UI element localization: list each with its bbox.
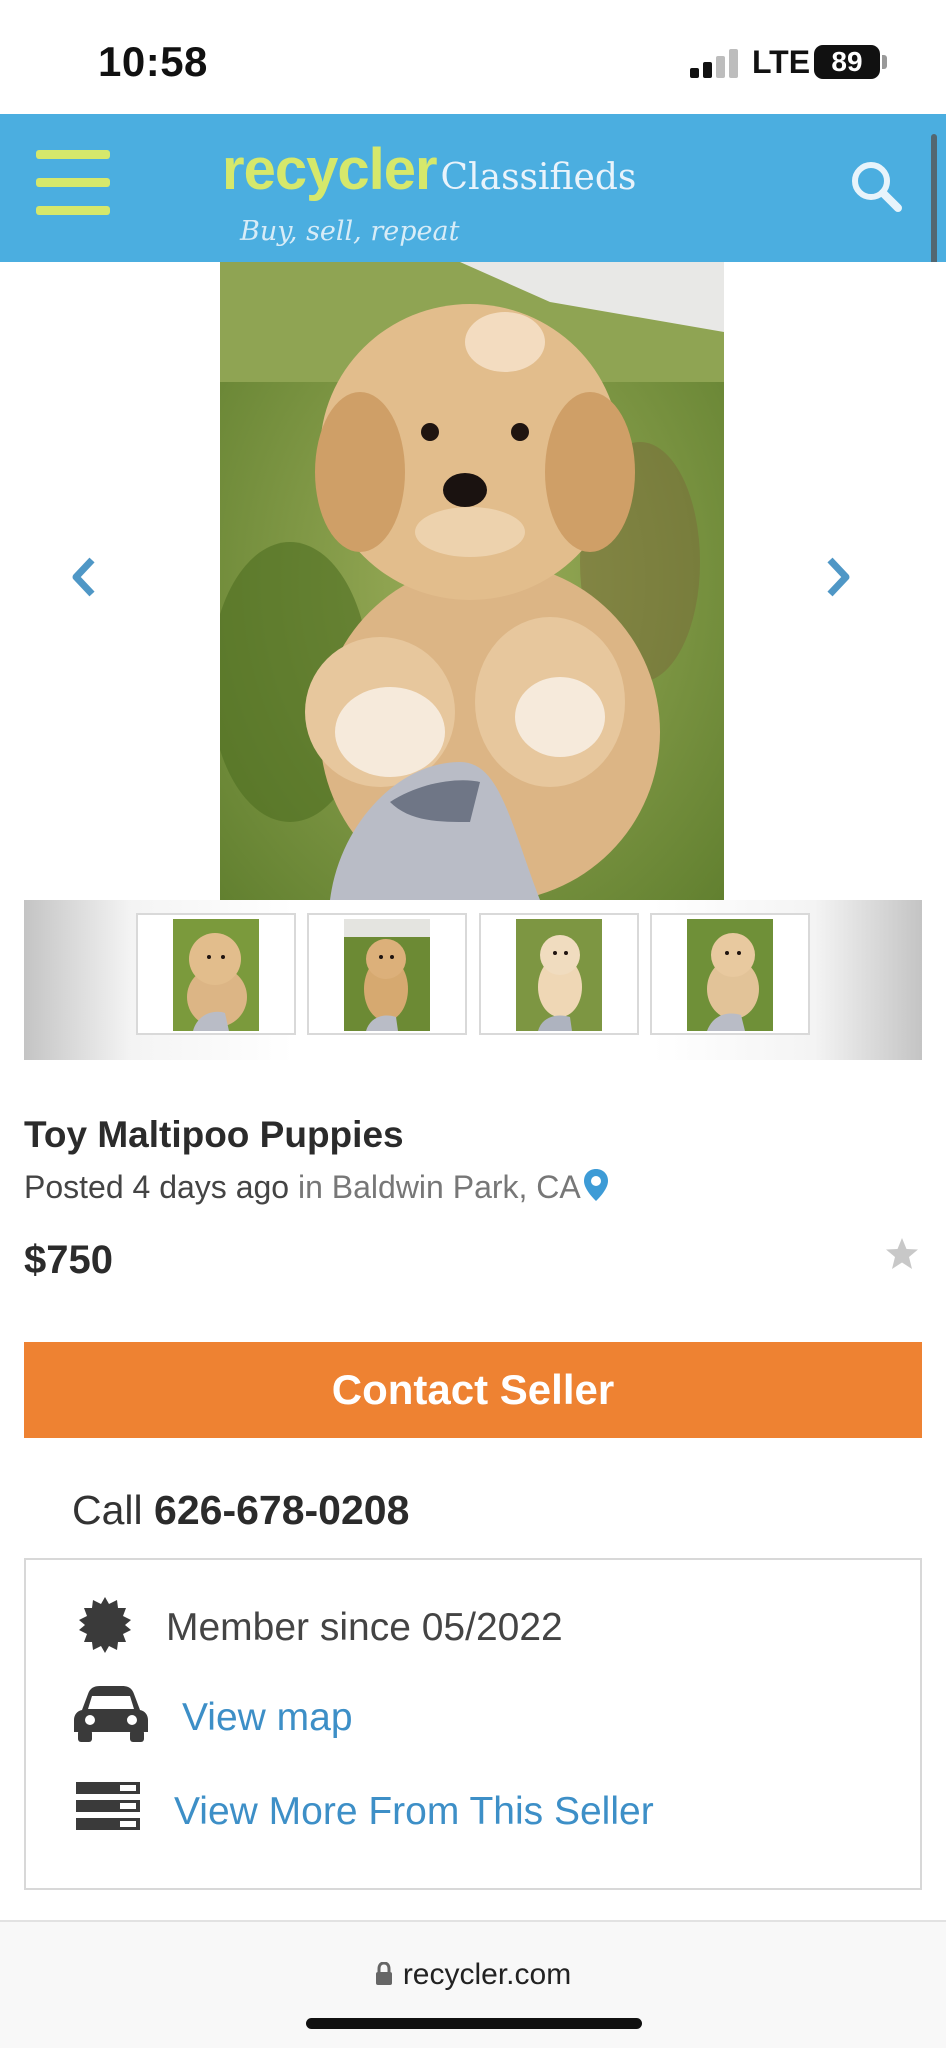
lock-icon xyxy=(375,1962,392,1985)
home-indicator[interactable] xyxy=(306,2018,642,2029)
signal-icon xyxy=(690,48,742,78)
view-more-from-seller-link[interactable]: View More From This Seller xyxy=(174,1790,654,1834)
thumbnail-strip xyxy=(24,900,922,1060)
thumbnail-image xyxy=(344,919,430,1031)
listing-location[interactable]: in Baldwin Park, CA xyxy=(298,1169,581,1205)
status-time: 10:58 xyxy=(98,38,208,85)
chevron-left-icon xyxy=(72,557,95,597)
puppy-photo xyxy=(220,262,724,900)
view-map-link[interactable]: View map xyxy=(182,1696,353,1740)
logo-sub-text: Classifieds xyxy=(440,157,637,198)
thumbnail-4[interactable] xyxy=(650,913,810,1035)
logo-main-text: recycler xyxy=(222,137,438,202)
listing-title: Toy Maltipoo Puppies xyxy=(24,1114,404,1155)
listing-price: $750 xyxy=(24,1238,113,1282)
seller-info-box: Member since 05/2022 View map View More … xyxy=(24,1558,922,1890)
seller-phone[interactable]: 626-678-0208 xyxy=(154,1487,409,1533)
thumbnail-3[interactable] xyxy=(479,913,639,1035)
site-tagline: Buy, sell, repeat xyxy=(240,216,460,247)
listing-posted-line: Posted 4 days ago in Baldwin Park, CA xyxy=(24,1168,609,1206)
battery-icon: 89 xyxy=(814,45,880,79)
search-button[interactable] xyxy=(848,158,904,214)
contact-seller-button[interactable]: Contact Seller xyxy=(24,1342,922,1438)
star-icon xyxy=(886,1238,918,1269)
address-bar[interactable]: recycler.com xyxy=(0,1958,946,1992)
posted-date: Posted 4 days ago xyxy=(24,1169,290,1205)
main-listing-photo[interactable] xyxy=(220,262,724,900)
call-label: Call xyxy=(72,1487,143,1533)
thumbnail-image xyxy=(173,919,259,1031)
menu-button[interactable] xyxy=(36,148,110,218)
battery-nub xyxy=(882,55,887,69)
badge-icon xyxy=(79,1597,131,1653)
photo-carousel xyxy=(0,262,946,900)
list-icon xyxy=(76,1782,140,1830)
status-bar: 10:58 LTE 89 xyxy=(0,0,946,114)
thumbnail-image xyxy=(687,919,773,1031)
site-header: recycler Classifieds Buy, sell, repeat xyxy=(0,114,946,262)
thumbnail-1[interactable] xyxy=(136,913,296,1035)
car-icon xyxy=(74,1686,148,1742)
site-logo[interactable]: recycler Classifieds xyxy=(222,136,636,203)
network-type: LTE xyxy=(752,44,811,80)
chevron-right-icon xyxy=(827,557,850,597)
thumbnail-image xyxy=(516,919,602,1031)
call-seller-line[interactable]: Call 626-678-0208 xyxy=(72,1487,409,1534)
browser-bottom-bar: recycler.com xyxy=(0,1920,946,2048)
map-pin-icon[interactable] xyxy=(583,1168,609,1202)
search-icon xyxy=(852,162,902,212)
url-text: recycler.com xyxy=(402,1958,572,1991)
next-photo-button[interactable] xyxy=(818,552,858,602)
favorite-button[interactable] xyxy=(884,1236,920,1272)
member-since: Member since 05/2022 xyxy=(166,1606,563,1649)
previous-photo-button[interactable] xyxy=(64,552,104,602)
thumbnail-2[interactable] xyxy=(307,913,467,1035)
